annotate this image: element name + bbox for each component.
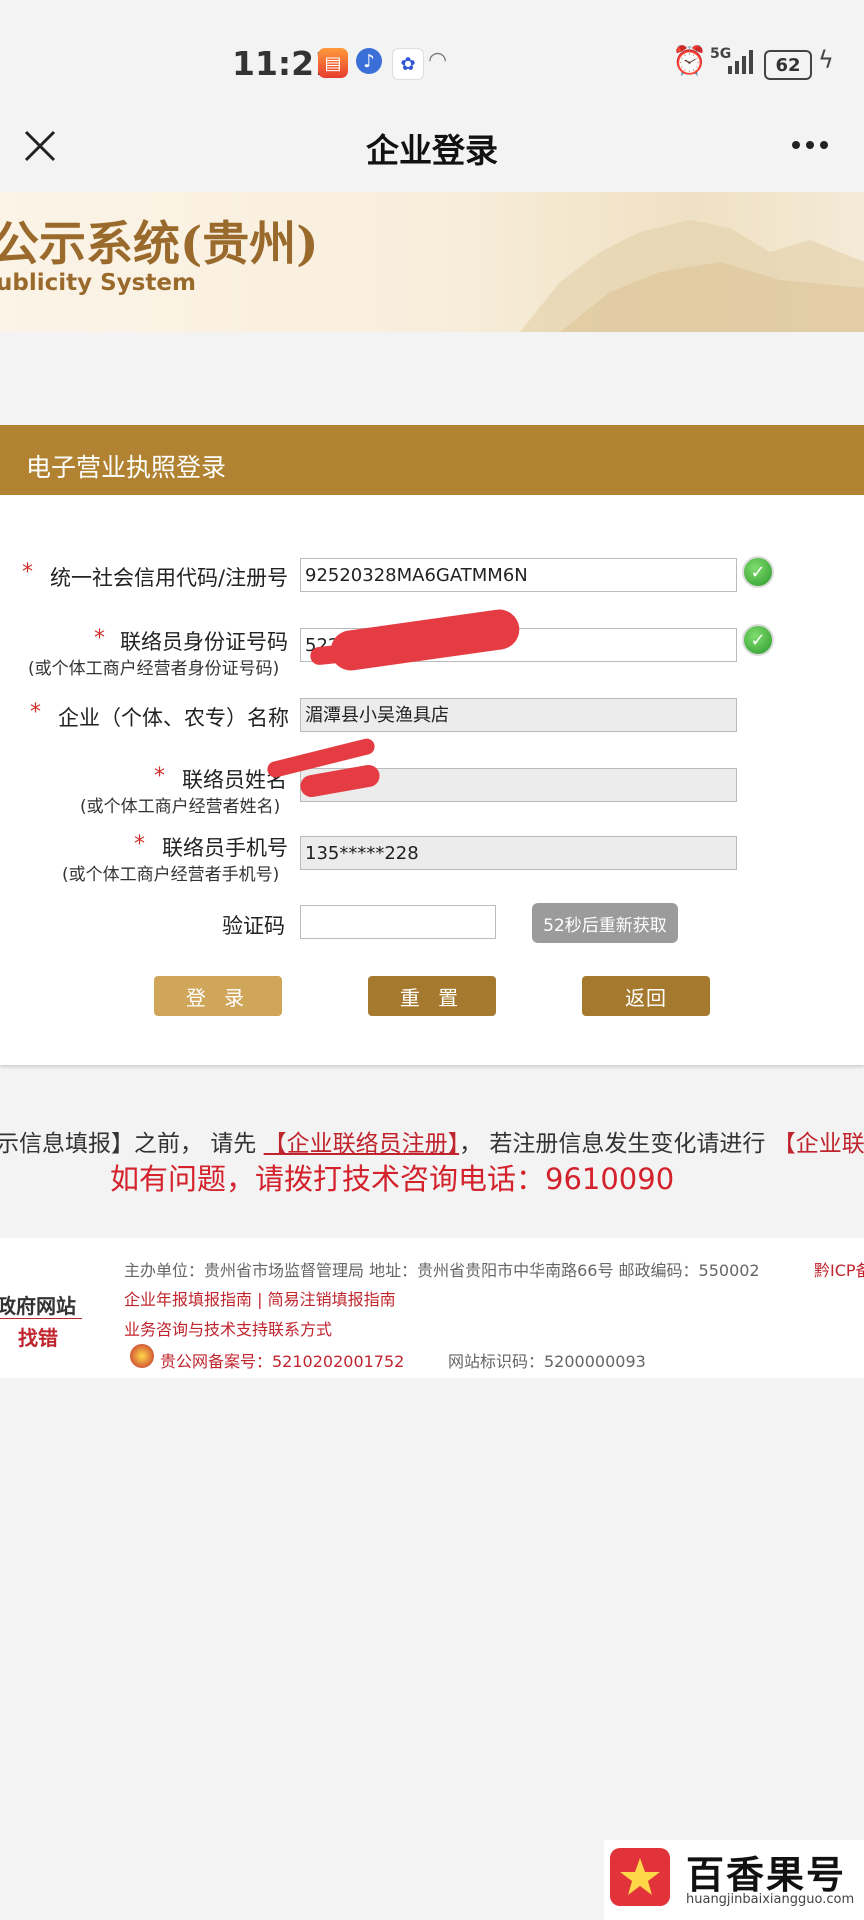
registration-notice: 示信息填报】之前， 请先 【企业联络员注册】， 若注册信息发生变化请进行 【企业… bbox=[0, 1124, 864, 1158]
id-number-sublabel: (或个体工商户经营者身份证号码) bbox=[28, 659, 280, 679]
resend-code-button[interactable]: 52秒后重新获取 bbox=[532, 903, 678, 943]
watermark-text: 百香果号 bbox=[686, 1853, 847, 1897]
required-star: * bbox=[94, 626, 105, 651]
banner-subtitle: ublicity System bbox=[0, 270, 196, 296]
captcha-input[interactable] bbox=[300, 905, 496, 939]
app-orange-icon: ▤ bbox=[318, 48, 348, 78]
phone-field[interactable]: 135*****228 bbox=[300, 836, 737, 870]
phone-sublabel: (或个体工商户经营者手机号) bbox=[62, 865, 280, 885]
police-emblem-icon bbox=[130, 1344, 154, 1368]
reset-button[interactable]: 重 置 bbox=[368, 976, 496, 1016]
notice-text: ， 若注册信息发生变化请进行 bbox=[459, 1131, 773, 1157]
panel-title: 电子营业执照登录 bbox=[26, 453, 227, 482]
police-record[interactable]: 贵公网备案号：5210202001752 bbox=[160, 1348, 404, 1372]
icp-link[interactable]: 黔ICP备 bbox=[814, 1257, 864, 1281]
back-button[interactable]: 返回 bbox=[582, 976, 710, 1016]
battery-indicator: 62 bbox=[764, 50, 812, 80]
signal-icon bbox=[728, 50, 756, 74]
badge-divider bbox=[0, 1318, 82, 1319]
check-icon: ✓ bbox=[742, 556, 774, 588]
sponsor-info: 主办单位：贵州省市场监督管理局 地址：贵州省贵阳市中华南路66号 邮政编码：55… bbox=[124, 1261, 760, 1280]
contact-name-sublabel: (或个体工商户经营者姓名) bbox=[80, 797, 281, 817]
id-number-label: 联络员身份证号码 bbox=[120, 630, 288, 654]
alarm-icon: ⏰ bbox=[672, 44, 707, 77]
site-id: 网站标识码：5200000093 bbox=[448, 1352, 646, 1371]
banner-title: 公示系统(贵州) bbox=[0, 217, 319, 272]
required-star: * bbox=[22, 560, 33, 585]
required-star: * bbox=[134, 832, 145, 857]
watermark-url: huangjinbaixiangguo.com bbox=[686, 1892, 855, 1907]
login-panel bbox=[0, 425, 864, 1065]
phone-label: 联络员手机号 bbox=[162, 836, 288, 860]
login-button[interactable]: 登 录 bbox=[154, 976, 282, 1016]
check-icon: ✓ bbox=[742, 624, 774, 656]
music-icon: ♪ bbox=[356, 48, 382, 74]
watermark-logo-icon bbox=[610, 1848, 670, 1906]
more-icon[interactable] bbox=[790, 130, 830, 160]
gov-site-badge[interactable]: 政府网站 bbox=[0, 1290, 76, 1319]
guide-links[interactable]: 企业年报填报指南 | 简易注销填报指南 bbox=[124, 1286, 396, 1310]
credit-code-label: 统一社会信用代码/注册号 bbox=[50, 566, 289, 590]
notice-text: 示信息填报】之前， 请先 bbox=[0, 1131, 264, 1157]
error-report-badge[interactable]: 找错 bbox=[18, 1322, 58, 1351]
enterprise-link[interactable]: 【企业联 bbox=[773, 1131, 864, 1157]
contact-register-link[interactable]: 【企业联络员注册】 bbox=[264, 1131, 460, 1157]
captcha-label: 验证码 bbox=[222, 914, 285, 938]
baidu-paw-icon: ✿ bbox=[392, 48, 424, 80]
credit-code-field[interactable]: 92520328MA6GATMM6N bbox=[300, 558, 737, 592]
required-star: * bbox=[30, 700, 41, 725]
support-link[interactable]: 业务咨询与技术支持联系方式 bbox=[124, 1316, 332, 1340]
charging-icon: ϟ bbox=[818, 46, 834, 74]
required-star: * bbox=[154, 764, 165, 789]
hotline-notice: 如有问题，请拨打技术咨询电话：9610090 bbox=[110, 1162, 675, 1196]
page-title: 企业登录 bbox=[366, 131, 498, 170]
company-name-field[interactable]: 湄潭县小吴渔具店 bbox=[300, 698, 737, 732]
wifi-icon: ◠ bbox=[428, 48, 448, 73]
company-name-label: 企业（个体、农专）名称 bbox=[58, 706, 289, 730]
